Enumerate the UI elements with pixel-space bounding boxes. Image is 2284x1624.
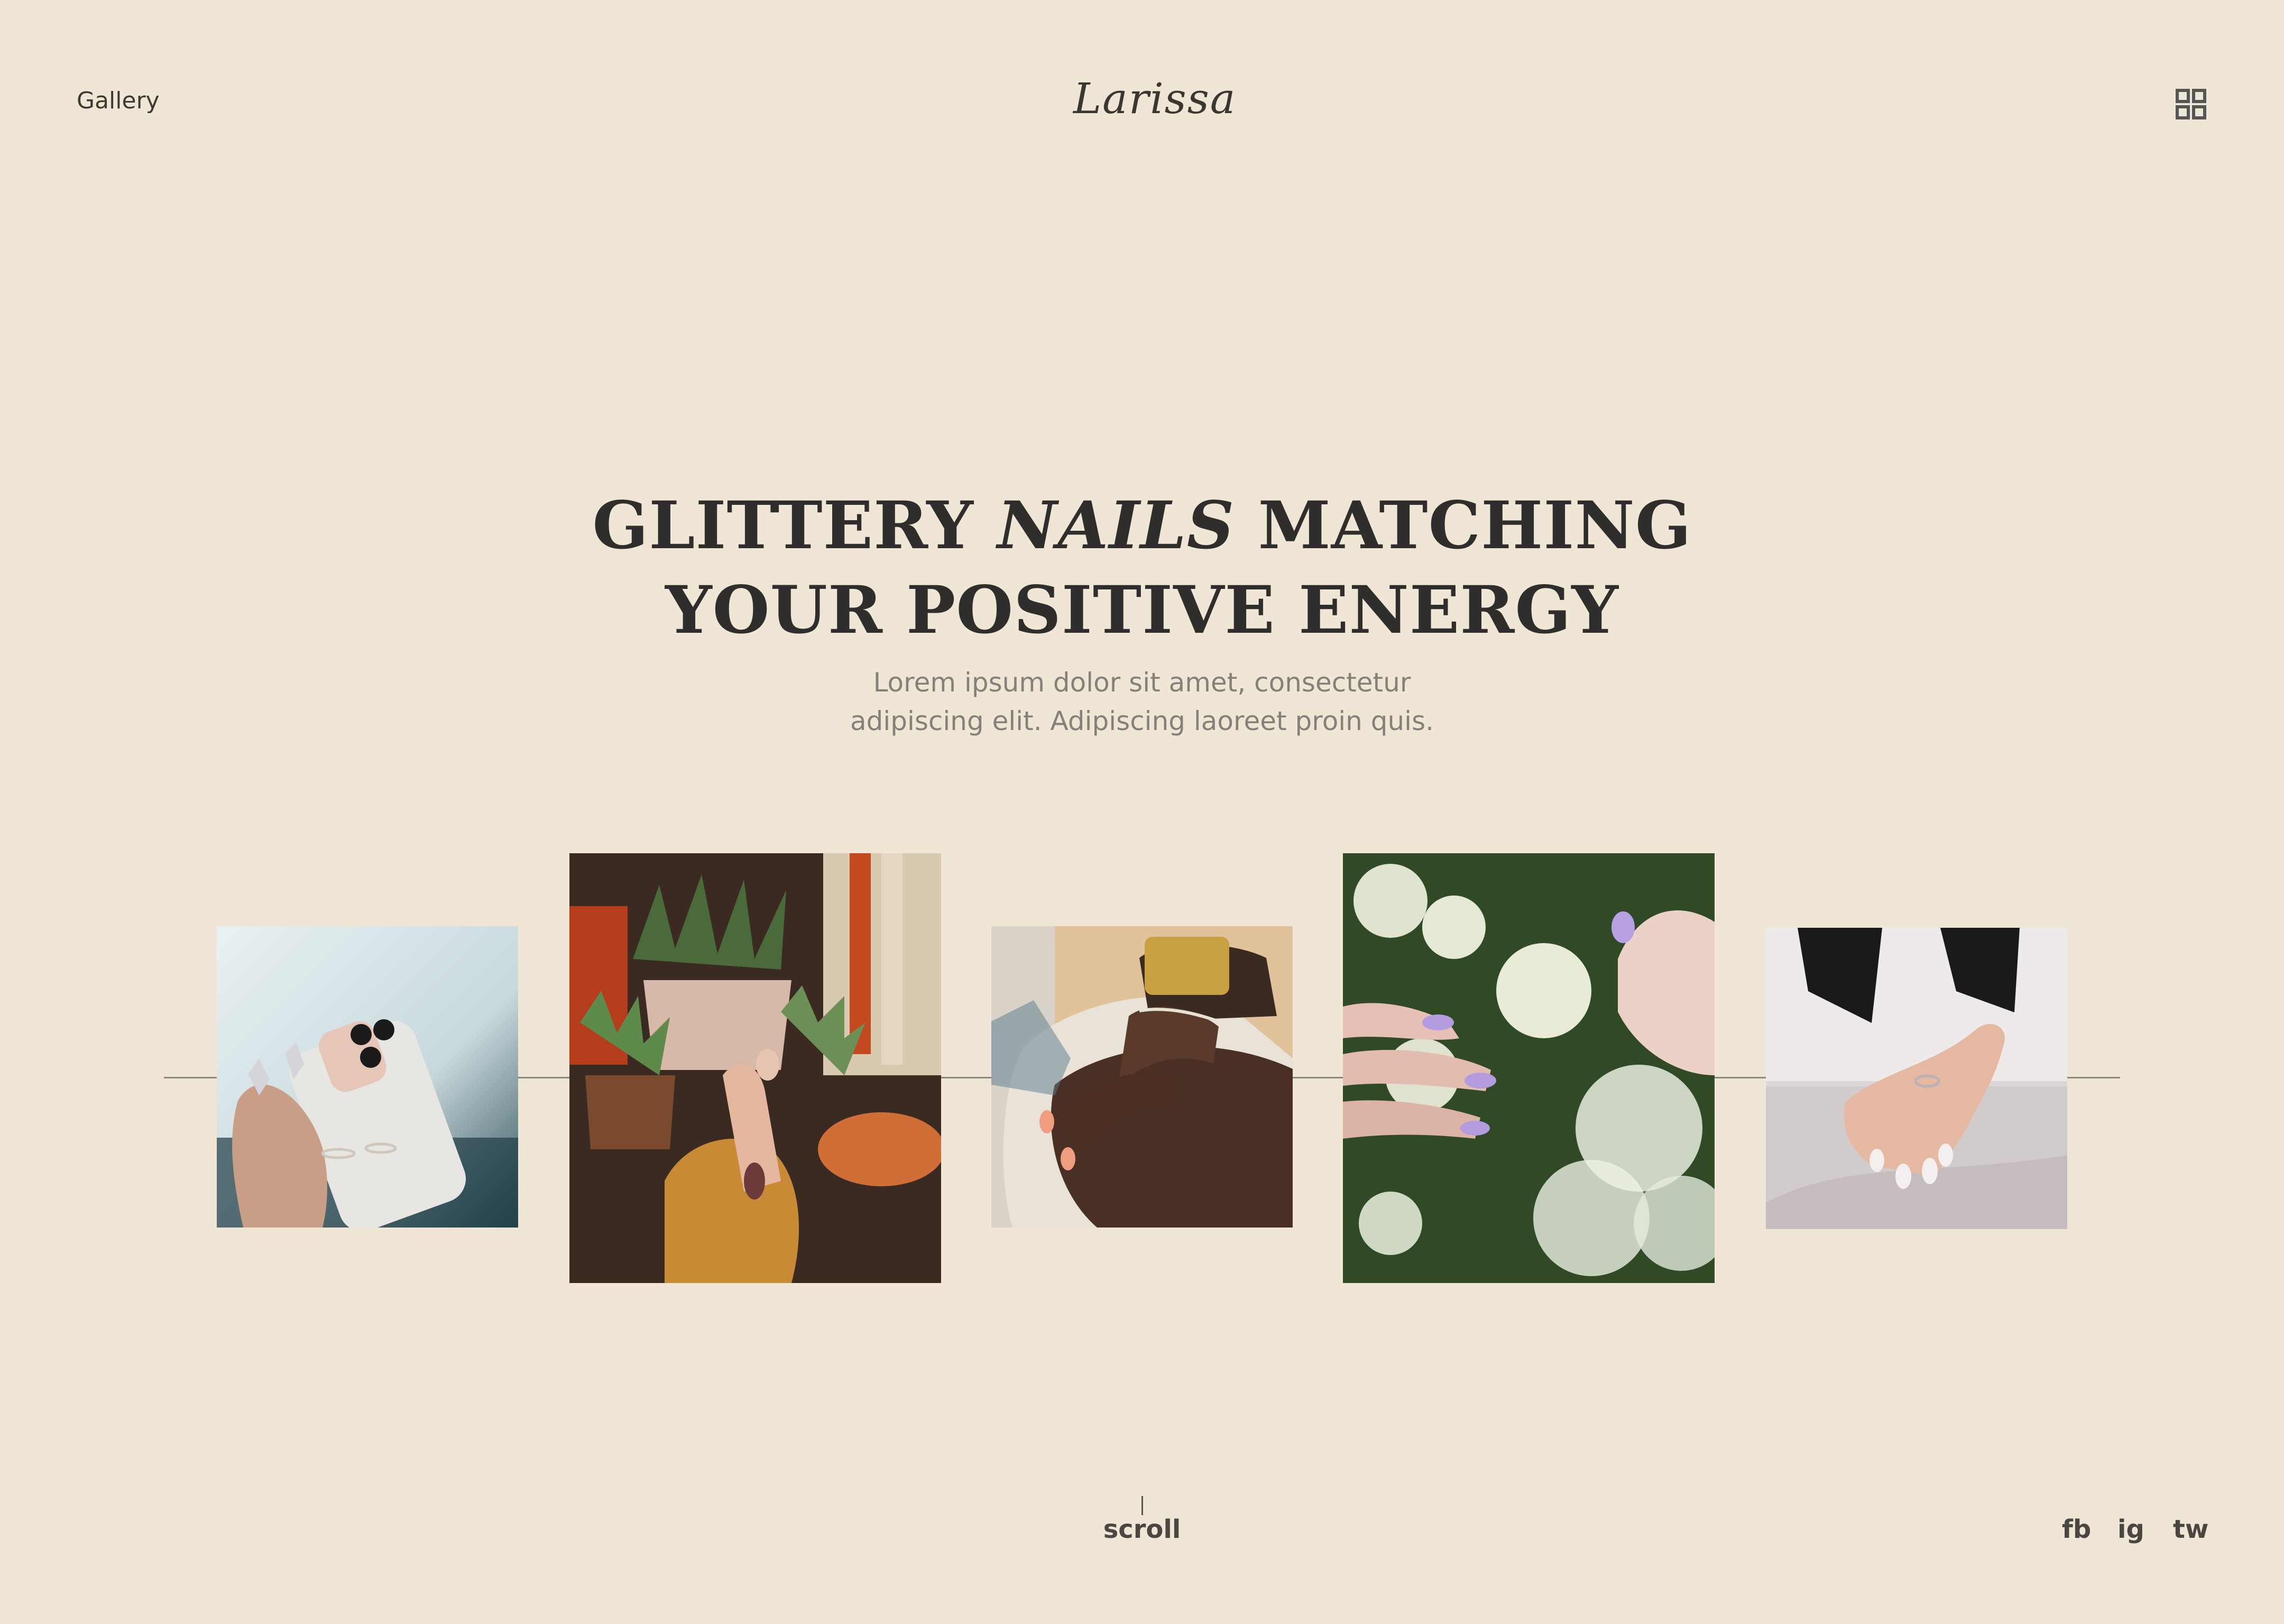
title-part-1: GLITTERY [592, 487, 998, 564]
brand-logo[interactable]: Larissa [1073, 74, 1235, 123]
gallery-nav-link[interactable]: Gallery [77, 87, 160, 114]
hero-title-line-2: YOUR POSITIVE ENERGY [665, 572, 1619, 649]
hand-with-flowers-photo[interactable] [1343, 853, 1715, 1283]
title-part-2: MATCHING [1235, 487, 1692, 564]
social-link-twitter[interactable]: tw [2173, 1515, 2208, 1544]
hand-with-ring-photo[interactable] [1766, 928, 2067, 1229]
scroll-button[interactable]: scroll [1089, 1515, 1195, 1544]
social-link-instagram[interactable]: ig [2117, 1515, 2144, 1544]
hero-subtitle: Lorem ipsum dolor sit amet, consectetur … [814, 663, 1470, 741]
subtitle-line-1: Lorem ipsum dolor sit amet, consectetur [873, 667, 1411, 698]
social-link-facebook[interactable]: fb [2062, 1515, 2091, 1544]
hero-title: GLITTERY NAILS MATCHING YOUR POSITIVE EN… [0, 484, 2284, 653]
hero-title-line-1: GLITTERY NAILS MATCHING [0, 484, 2284, 568]
hand-with-plants-photo[interactable] [569, 853, 941, 1283]
scroll-indicator-line [1141, 1496, 1143, 1515]
subtitle-line-2: adipiscing elit. Adipiscing laoreet proi… [850, 706, 1434, 736]
hand-holding-phone-photo[interactable] [217, 926, 518, 1228]
hand-with-bracelet-photo[interactable] [991, 926, 1293, 1228]
title-accent: NAILS [997, 487, 1235, 564]
grid-icon[interactable] [2176, 89, 2206, 119]
